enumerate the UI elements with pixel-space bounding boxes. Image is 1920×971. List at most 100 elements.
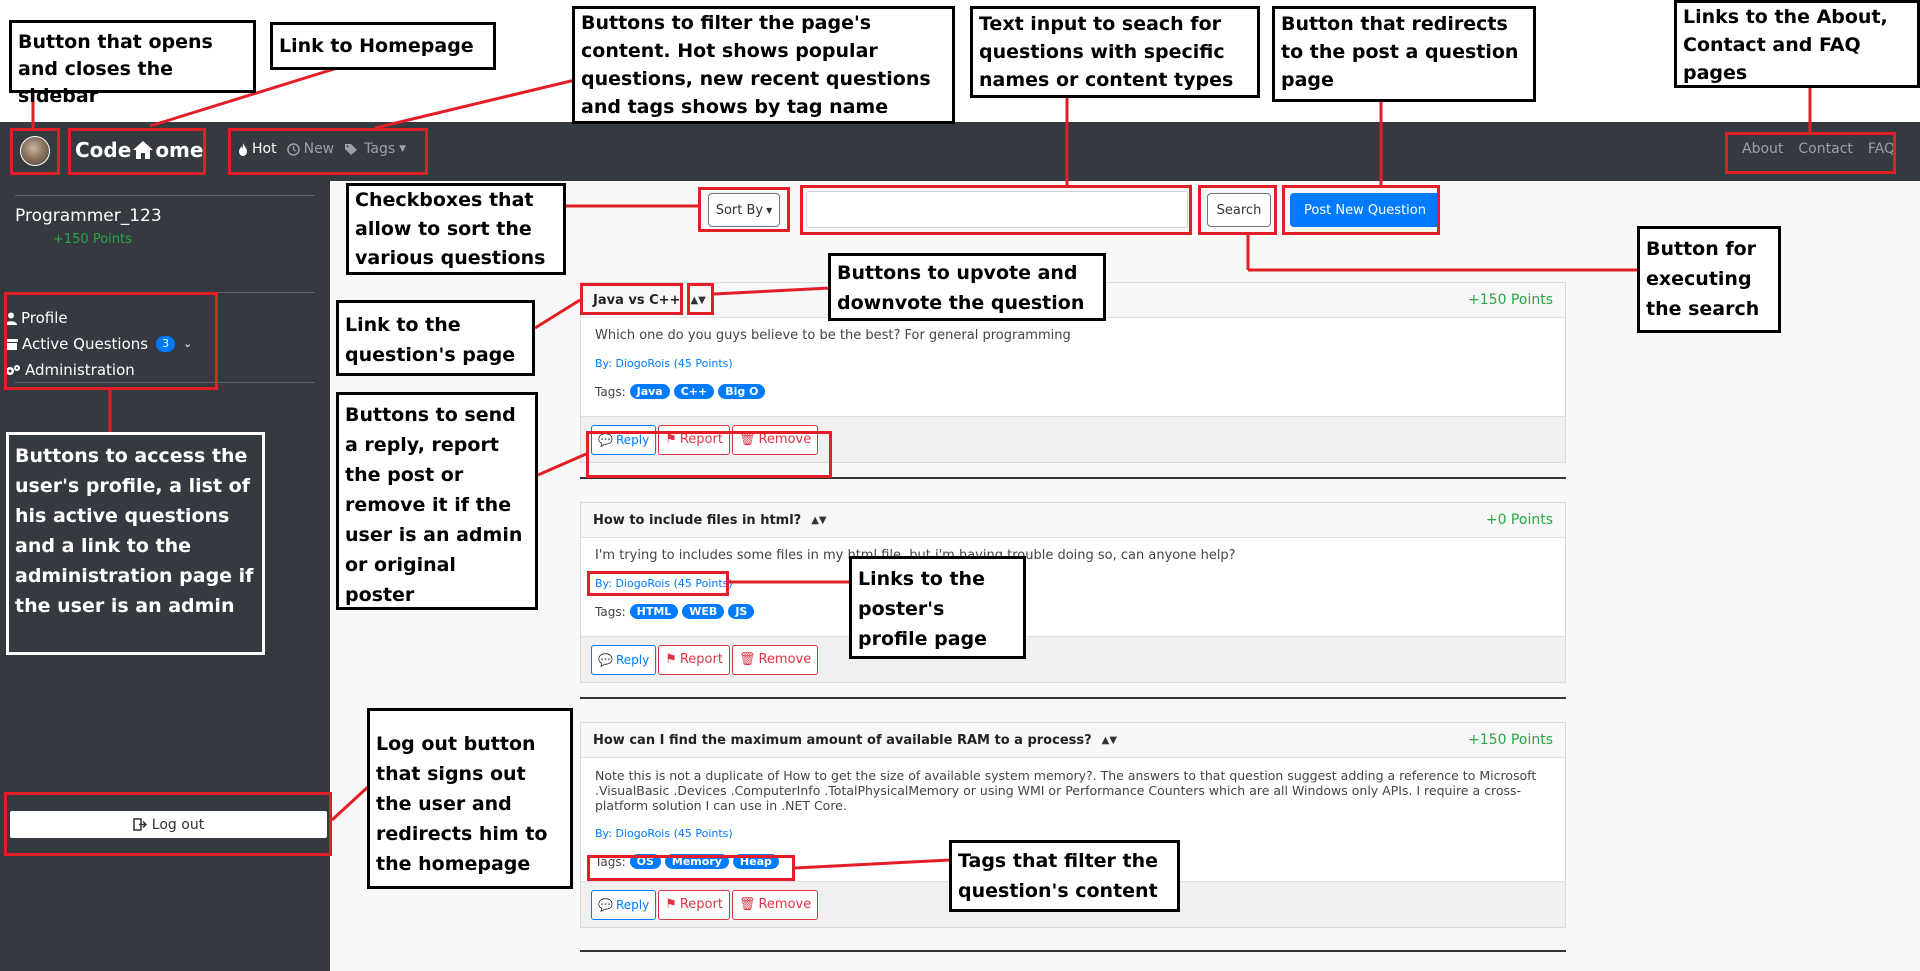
reply-button[interactable]: 💬 Reply (591, 889, 657, 920)
question-body: Which one do you guys believe to be the … (581, 318, 1565, 409)
vote-buttons[interactable]: ▲▼ (1102, 735, 1117, 746)
post-question-button[interactable]: Post New Question (1290, 193, 1440, 227)
annotation-search-text: Text input to seach for questions with s… (970, 6, 1260, 98)
logout-button[interactable]: Log out (10, 811, 327, 838)
question-title-link[interactable]: How to include files in html? (593, 513, 801, 528)
nav-tags[interactable]: Tags ▼ (344, 141, 406, 157)
annotation-sidebar-toggle: Button that opens and closes the sidebar (9, 20, 256, 107)
search-button[interactable]: Search (1207, 193, 1271, 227)
card-divider (580, 950, 1566, 952)
sidebar-item-active-questions[interactable]: Active Questions 3 ⌄ (5, 331, 192, 357)
reply-button[interactable]: 💬 Reply (591, 424, 657, 455)
question-card: How to include files in html? ▲▼ +0 Poin… (580, 502, 1566, 683)
report-label: Report (679, 897, 723, 912)
tag[interactable]: C++ (673, 384, 715, 399)
tag[interactable]: Heap (732, 854, 779, 869)
annotation-question-link: Link to the question's page (336, 300, 535, 376)
annotation-logout: Log out button that signs out the user a… (367, 708, 573, 889)
poster-link[interactable]: By: DiogoRois (45 Points) (595, 577, 1551, 590)
report-button[interactable]: ⚑ Report (658, 424, 730, 455)
chevron-down-icon[interactable]: ⌄ (183, 331, 192, 357)
remove-label: Remove (758, 897, 812, 912)
vote-buttons[interactable]: ▲▼ (811, 515, 826, 526)
question-points: +150 Points (1468, 732, 1553, 748)
annotation-sidebar-list: Buttons to access the user's profile, a … (6, 432, 265, 655)
username: Programmer_123 (15, 206, 162, 226)
trash-icon: 🗑 (738, 432, 756, 447)
nav-hot[interactable]: Hot (238, 141, 277, 157)
report-label: Report (679, 432, 723, 447)
nav-new[interactable]: New (286, 141, 335, 157)
annotation-reply-report: Buttons to send a reply, report the post… (336, 392, 538, 610)
question-points: +0 Points (1485, 512, 1553, 528)
tag[interactable]: Big O (718, 384, 766, 399)
comment-icon: 💬 (598, 652, 613, 667)
sort-by-label: Sort By (715, 202, 764, 218)
report-label: Report (679, 652, 723, 667)
nav-tags-label: Tags (364, 141, 396, 157)
search-input[interactable] (806, 191, 1188, 228)
annotation-about-links: Links to the About, Contact and FAQ page… (1674, 0, 1920, 88)
question-header: How to include files in html? ▲▼ +0 Poin… (581, 503, 1565, 538)
contact-link[interactable]: Contact (1798, 141, 1852, 157)
sort-by-dropdown[interactable]: Sort By ▼ (708, 193, 780, 227)
question-actions: 💬 Reply ⚑ Report 🗑 Remove (581, 416, 1565, 462)
question-title-link[interactable]: How can I find the maximum amount of ava… (593, 733, 1092, 748)
report-button[interactable]: ⚑ Report (658, 644, 730, 675)
flag-icon: ⚑ (665, 432, 677, 447)
tag[interactable]: WEB (682, 604, 725, 619)
question-text: Which one do you guys believe to be the … (595, 328, 1071, 343)
nav-new-label: New (303, 141, 335, 157)
reply-label: Reply (615, 652, 650, 667)
question-actions: 💬 Reply ⚑ Report 🗑 Remove (581, 636, 1565, 682)
faq-link[interactable]: FAQ (1868, 141, 1895, 157)
home-link[interactable]: Code ome (75, 138, 203, 162)
remove-button[interactable]: 🗑 Remove (731, 889, 819, 920)
question-title-link[interactable]: Java vs C++ (593, 293, 680, 308)
flag-icon: ⚑ (665, 897, 677, 912)
tag[interactable]: OS (629, 854, 661, 869)
brand-right: ome (155, 138, 204, 162)
annotation-tags: Tags that filter the question's content (949, 840, 1180, 912)
annotation-post-question: Button that redirects to the post a ques… (1272, 6, 1536, 102)
annotation-vote: Buttons to upvote and downvote the quest… (828, 253, 1106, 321)
sidebar-item-label: Administration (25, 361, 135, 379)
clock-icon (286, 142, 300, 156)
trash-icon: 🗑 (738, 897, 756, 912)
question-points: +150 Points (1468, 292, 1553, 308)
sidebar-item-administration[interactable]: Administration (5, 357, 192, 383)
divider (15, 382, 315, 383)
annotation-search-exec: Button for executing the search (1637, 226, 1781, 333)
remove-button[interactable]: 🗑 Remove (731, 424, 819, 455)
logout-label: Log out (151, 816, 205, 833)
caret-down-icon: ▼ (399, 144, 407, 154)
user-icon (5, 312, 17, 325)
tag[interactable]: HTML (629, 604, 679, 619)
sidebar-item-label: Profile (21, 309, 68, 327)
divider (15, 292, 315, 293)
tag[interactable]: JS (728, 604, 755, 619)
about-link[interactable]: About (1742, 141, 1783, 157)
tag[interactable]: Java (629, 384, 670, 399)
fire-icon (239, 142, 247, 156)
user-points: +150 Points (53, 232, 132, 247)
annotation-poster-link: Links to the poster's profile page (849, 556, 1026, 659)
card-divider (580, 477, 1566, 479)
tag[interactable]: Memory (664, 854, 729, 869)
poster-link[interactable]: By: DiogoRois (45 Points) (595, 357, 1551, 370)
tags-label: Tags: (595, 854, 626, 869)
remove-button[interactable]: 🗑 Remove (731, 644, 819, 675)
poster-link[interactable]: By: DiogoRois (45 Points) (595, 827, 1551, 840)
reply-button[interactable]: 💬 Reply (591, 644, 657, 675)
active-count-badge: 3 (156, 336, 176, 352)
remove-label: Remove (758, 432, 812, 447)
sidebar-item-profile[interactable]: Profile (5, 305, 192, 331)
tags-icon (345, 143, 358, 155)
comment-icon: 💬 (598, 432, 613, 447)
flag-icon: ⚑ (665, 652, 677, 667)
question-text: Note this is not a duplicate of How to g… (595, 768, 1537, 813)
sidebar-toggle-avatar[interactable] (20, 136, 50, 166)
vote-buttons[interactable]: ▲▼ (690, 295, 705, 306)
report-button[interactable]: ⚑ Report (658, 889, 730, 920)
tag-list: Tags: Java C++ Big O (595, 384, 1551, 399)
